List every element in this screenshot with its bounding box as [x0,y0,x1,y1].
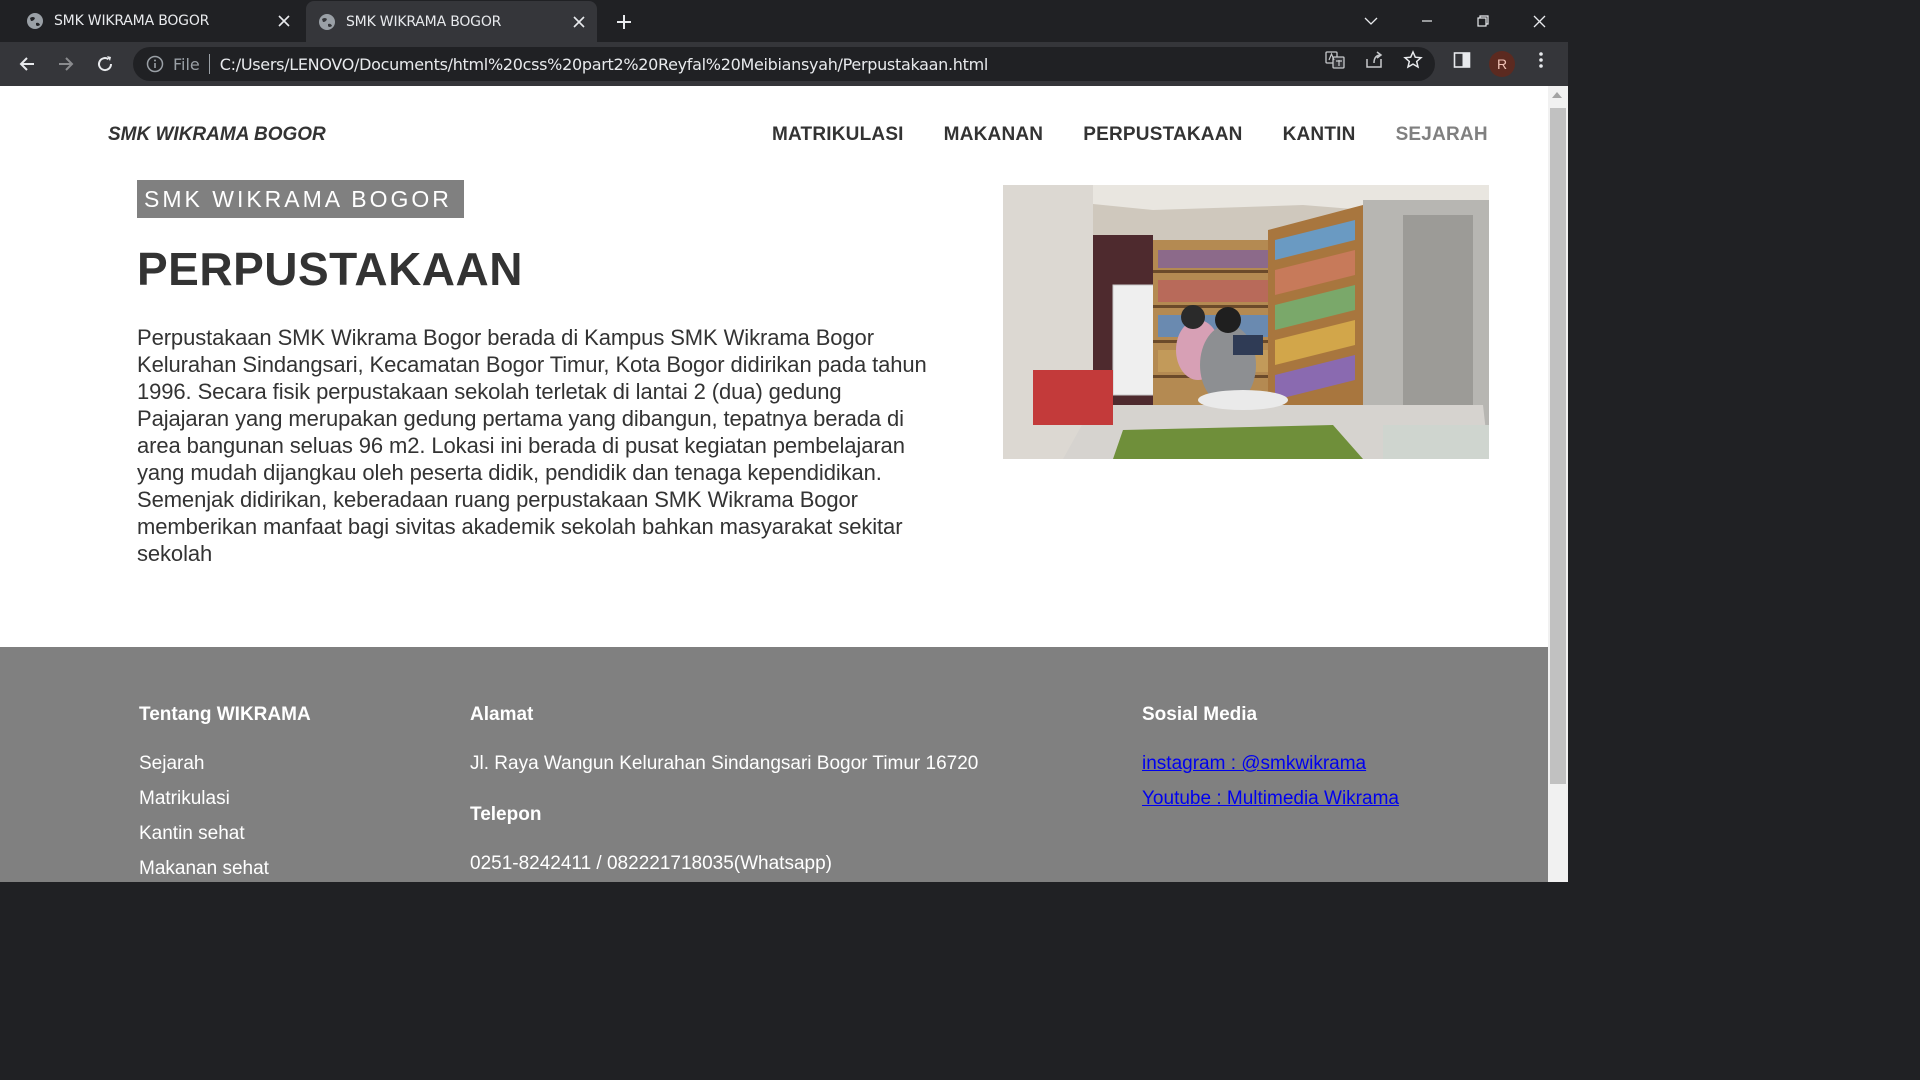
minimize-icon [1422,20,1432,22]
scheme-label: File [173,54,200,74]
scrollbar-thumb[interactable] [1550,108,1566,784]
url-text[interactable]: C:/Users/LENOVO/Documents/html%20css%20p… [220,55,989,74]
scroll-up-arrow-icon[interactable] [1552,92,1562,98]
back-button[interactable] [13,50,41,78]
translate-icon[interactable] [1324,49,1346,71]
forward-button[interactable] [52,50,80,78]
globe-icon [319,13,335,30]
tab-title: SMK WIKRAMA BOGOR [54,13,210,29]
close-window-button[interactable] [1524,6,1554,36]
more-menu-icon[interactable] [1530,49,1552,71]
reload-button[interactable] [91,50,119,78]
browser-tab-active[interactable]: SMK WIKRAMA BOGOR [306,1,597,42]
footer-address-heading: Alamat [470,704,534,725]
footer-link-makanan[interactable]: Makanan sehat [139,858,269,880]
footer-link-matrikulasi[interactable]: Matrikulasi [139,788,230,810]
footer-phone-text: 0251-8242411 / 082221718035(Whatsapp) [470,853,832,874]
close-tab-icon[interactable] [272,9,296,33]
address-divider [208,54,210,74]
profile-avatar[interactable]: R [1489,51,1515,77]
info-icon[interactable] [145,54,165,74]
nav-kantin[interactable]: KANTIN [1283,124,1356,146]
minimize-button[interactable] [1412,6,1442,36]
browser-toolbar: File C:/Users/LENOVO/Documents/html%20cs… [0,42,1568,86]
arrow-right-icon [59,57,74,71]
footer-address-text: Jl. Raya Wangun Kelurahan Sindangsari Bo… [470,753,979,774]
globe-icon [27,13,43,29]
side-panel-icon[interactable] [1451,49,1473,71]
youtube-link[interactable]: Youtube : Multimedia Wikrama [1142,788,1399,810]
bookmark-star-icon[interactable] [1402,49,1424,71]
close-icon [1533,15,1545,27]
browser-tab-strip: SMK WIKRAMA BOGOR SMK WIKRAMA BOGOR [0,0,1568,42]
library-description: Perpustakaan SMK Wikrama Bogor berada di… [137,325,927,566]
footer-phone-heading: Telepon [470,804,542,825]
library-photo [1003,185,1489,459]
tab-search-button[interactable] [1356,6,1386,36]
site-footer: Tentang WIKRAMA Sejarah Matrikulasi Kant… [0,647,1548,882]
page-title: PERPUSTAKAAN [137,243,523,295]
restore-icon [1477,15,1489,27]
arrow-left-icon [19,57,34,71]
address-bar[interactable]: File C:/Users/LENOVO/Documents/html%20cs… [133,47,1435,81]
nav-matrikulasi[interactable]: MATRIKULASI [772,124,904,146]
footer-link-kantin[interactable]: Kantin sehat [139,823,245,845]
browser-tab[interactable]: SMK WIKRAMA BOGOR [14,0,302,42]
footer-link-sejarah[interactable]: Sejarah [139,753,205,775]
tab-title: SMK WIKRAMA BOGOR [346,13,502,30]
main-nav: MATRIKULASI MAKANAN PERPUSTAKAAN KANTIN … [772,124,1488,146]
nav-sejarah[interactable]: SEJARAH [1396,124,1488,146]
restore-button[interactable] [1468,6,1498,36]
page-viewport: SMK WIKRAMA BOGOR MATRIKULASI MAKANAN PE… [0,86,1548,882]
new-tab-button[interactable] [610,8,638,36]
reload-icon [98,56,113,72]
instagram-link[interactable]: instagram : @smkwikrama [1142,753,1366,775]
close-tab-icon[interactable] [567,10,591,34]
footer-social-heading: Sosial Media [1142,704,1258,725]
page-scrollbar[interactable] [1548,86,1568,882]
site-brand[interactable]: SMK WIKRAMA BOGOR [108,124,326,146]
share-icon[interactable] [1363,49,1385,71]
school-badge: SMK WIKRAMA BOGOR [137,180,464,218]
nav-makanan[interactable]: MAKANAN [944,124,1044,146]
chevron-down-icon [1364,17,1378,25]
plus-icon [617,15,631,29]
nav-perpustakaan[interactable]: PERPUSTAKAAN [1083,124,1242,146]
footer-about-heading: Tentang WIKRAMA [139,704,311,725]
